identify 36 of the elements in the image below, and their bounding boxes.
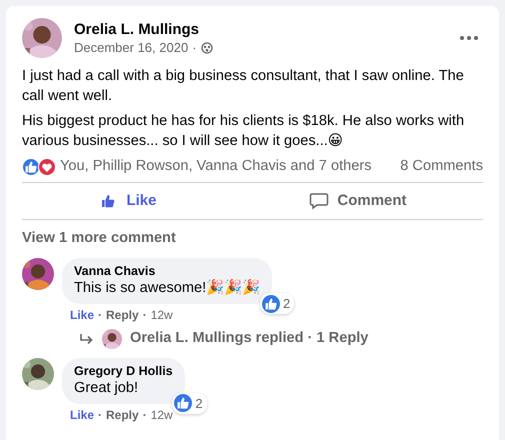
comment-text: This is so awesome!🎉🎉🎉 bbox=[74, 279, 260, 298]
like-icon bbox=[262, 294, 280, 313]
separator-dot: · bbox=[98, 407, 102, 424]
like-icon bbox=[174, 394, 192, 412]
replies-link[interactable]: Orelia L. Mullings replied · 1 Reply bbox=[130, 328, 368, 350]
reaction-summary[interactable]: You, Phillip Rowson, Vanna Chavis and 7 others bbox=[60, 156, 372, 178]
reaction-count: 2 bbox=[282, 294, 290, 313]
reply-link[interactable]: Reply bbox=[106, 406, 139, 424]
reaction-badge[interactable]: 2 bbox=[260, 292, 294, 314]
like-link[interactable]: Like bbox=[70, 406, 94, 424]
comment-icon bbox=[309, 191, 330, 212]
like-button[interactable]: Like bbox=[84, 182, 170, 220]
comment-text: Great job! bbox=[74, 379, 140, 398]
author-name[interactable]: Orelia L. Mullings bbox=[74, 20, 451, 39]
separator-dot: · bbox=[98, 307, 102, 324]
audience-icon[interactable] bbox=[200, 42, 213, 54]
comments-count[interactable]: 8 Comments bbox=[400, 156, 483, 178]
more-comments-link[interactable]: View 1 more comment bbox=[22, 228, 483, 250]
separator-dot: · bbox=[142, 307, 147, 324]
reaction-count: 2 bbox=[195, 394, 203, 413]
reaction-icons bbox=[22, 158, 56, 176]
post-date[interactable]: December 16, 2020 bbox=[74, 39, 188, 56]
commenter-name[interactable]: Gregory D Hollis bbox=[74, 363, 173, 380]
reaction-badge[interactable]: 2 bbox=[172, 392, 207, 414]
comment-time[interactable]: 12w bbox=[150, 406, 173, 424]
post-text: His biggest product he has for his clients is $18k. He also works with various businesses... so I will see how it goes...😀 bbox=[22, 112, 466, 151]
separator-dot: · bbox=[142, 407, 147, 424]
comment-button[interactable]: Comment bbox=[295, 182, 421, 220]
post-text: I just had a call with a big business consultant, that I saw online. The call went well. bbox=[22, 67, 465, 106]
like-link[interactable]: Like bbox=[70, 306, 94, 324]
reply-arrow-icon bbox=[78, 332, 94, 346]
reply-link[interactable]: Reply bbox=[106, 306, 139, 324]
comment-time[interactable]: 12w bbox=[150, 306, 173, 324]
commenter-name[interactable]: Vanna Chavis bbox=[74, 263, 260, 280]
more-options-icon[interactable] bbox=[459, 35, 479, 41]
separator-dot: · bbox=[192, 39, 197, 56]
